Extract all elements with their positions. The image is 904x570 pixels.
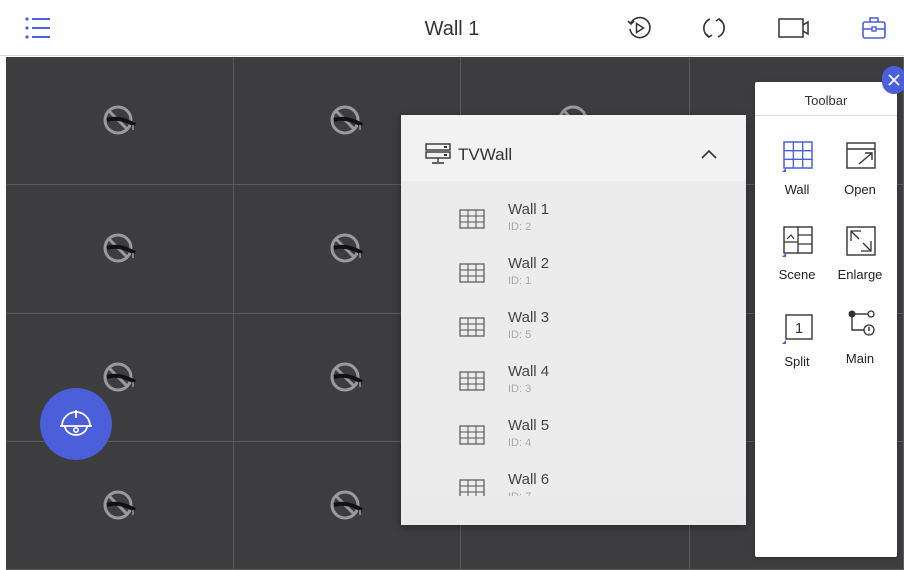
- tvwall-label: TVWall: [458, 145, 513, 164]
- close-toolbar-button[interactable]: [882, 66, 904, 94]
- chevron-up-icon[interactable]: [701, 149, 717, 159]
- wall-id: ID: 3: [508, 383, 532, 395]
- tvwall-app: Wall 1 TVWall Wall 1 ID: 2 Wall 2 ID: 1 …: [0, 0, 904, 570]
- enlarge-icon: [846, 226, 876, 256]
- svg-text:1: 1: [795, 320, 803, 337]
- no-video-icon: [103, 105, 136, 134]
- toolbar-title: Toolbar: [804, 93, 848, 108]
- wall-grid-icon: [459, 371, 485, 391]
- wall-grid-icon: [459, 209, 485, 229]
- wall-list-item[interactable]: Wall 5 ID: 4: [401, 407, 746, 461]
- dropdown-footer: [401, 496, 746, 525]
- no-video-icon: [330, 362, 363, 391]
- wall-list-item[interactable]: Wall 4 ID: 3: [401, 353, 746, 407]
- wall-grid-icon: [459, 425, 485, 445]
- top-bar: Wall 1: [0, 0, 904, 56]
- wall-id: ID: 5: [508, 329, 532, 341]
- video-cell[interactable]: [6, 185, 233, 313]
- refresh-icon[interactable]: [700, 14, 728, 42]
- toolbar-enlarge-button[interactable]: Enlarge: [830, 224, 890, 294]
- video-cell[interactable]: [6, 57, 233, 184]
- wall-list-item[interactable]: Wall 2 ID: 1: [401, 245, 746, 299]
- split-icon: 1: [782, 314, 813, 344]
- ptz-dome-camera-icon: [60, 410, 92, 436]
- toolbar-scene-button[interactable]: Scene: [767, 224, 827, 294]
- toolbox-icon[interactable]: [860, 14, 888, 42]
- wall-grid-icon: [459, 263, 485, 283]
- no-video-icon: [103, 233, 136, 263]
- no-video-icon: [103, 490, 136, 519]
- ptz-control-button[interactable]: [40, 388, 112, 460]
- wall-grid-icon: [782, 141, 813, 172]
- toolbar-open-button[interactable]: Open: [830, 139, 890, 209]
- toolbar-wall-label: Wall: [784, 182, 810, 197]
- scene-icon: [782, 226, 813, 257]
- wall-name: Wall 2: [508, 255, 550, 272]
- toolbar-main-label: Main: [845, 351, 875, 366]
- wall-grid-icon: [459, 317, 485, 337]
- toolbar-split-label: Split: [784, 354, 810, 369]
- wall-list-item[interactable]: Wall 3 ID: 5: [401, 299, 746, 353]
- toolbar-scene-label: Scene: [778, 267, 816, 282]
- toolbar-open-label: Open: [844, 182, 876, 197]
- wall-id: ID: 4: [508, 437, 532, 449]
- list-menu-icon[interactable]: [24, 14, 52, 42]
- playback-icon[interactable]: [625, 14, 653, 42]
- toolbar-header: Toolbar: [755, 82, 897, 116]
- tvwall-dropdown: TVWall Wall 1 ID: 2 Wall 2 ID: 1 Wall 3 ID: 5…: [401, 115, 746, 525]
- no-video-icon: [330, 233, 363, 263]
- wall-name: Wall 1: [508, 201, 550, 218]
- tvwall-dropdown-header[interactable]: TVWall: [401, 115, 746, 181]
- wall-list-item[interactable]: Wall 1 ID: 2: [401, 191, 746, 245]
- toolbar-enlarge-label: Enlarge: [837, 267, 883, 282]
- wall-id: ID: 2: [508, 221, 532, 233]
- page-title: Wall 1: [424, 18, 480, 40]
- wall-name: Wall 6: [508, 471, 550, 488]
- video-camera-icon[interactable]: [778, 14, 812, 42]
- toolbar-wall-button[interactable]: Wall: [767, 139, 827, 209]
- close-icon: [888, 74, 900, 86]
- no-video-icon: [330, 105, 363, 134]
- wall-name: Wall 5: [508, 417, 550, 434]
- wall-name: Wall 3: [508, 309, 550, 326]
- no-video-icon: [330, 490, 363, 519]
- toolbar-main-button[interactable]: Main: [830, 308, 890, 378]
- wall-name: Wall 4: [508, 363, 550, 380]
- main-stream-icon: [848, 310, 875, 336]
- tvwall-icon: [425, 143, 451, 164]
- toolbar-split-button[interactable]: 1 Split: [767, 311, 827, 381]
- video-cell[interactable]: [6, 442, 233, 569]
- wall-id: ID: 1: [508, 275, 532, 287]
- open-window-icon: [846, 142, 876, 169]
- no-video-icon: [103, 362, 136, 391]
- toolbar-panel: Toolbar Wall Open Scene Enlarge 1 Split …: [755, 82, 897, 557]
